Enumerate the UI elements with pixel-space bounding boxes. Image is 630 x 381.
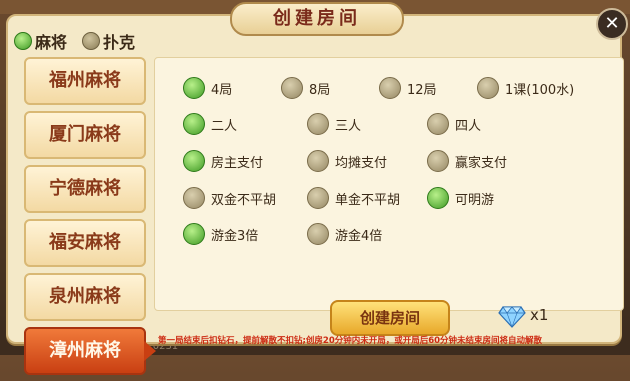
mode-poker-radio-icon: [82, 32, 100, 50]
radio-unselected-icon: [379, 77, 401, 99]
mode-poker-label: 扑克: [103, 33, 136, 52]
mode-mahjong-radio-icon: [14, 32, 32, 50]
radio-unselected-icon: [427, 150, 449, 172]
radio-unselected-icon: [427, 113, 449, 135]
diamond-icon: [498, 306, 526, 328]
radio-selected-icon: [183, 113, 205, 135]
radio-selected-icon: [183, 77, 205, 99]
option-multiplier-3[interactable]: 游金3倍: [183, 223, 258, 245]
tab-fuan[interactable]: 福安麻将: [24, 219, 146, 267]
mode-mahjong-label: 麻将: [35, 33, 68, 52]
option-rounds-8[interactable]: 8局: [281, 77, 330, 99]
create-room-panel: 麻将 扑克 福州麻将 厦门麻将 宁德麻将 福安麻将 泉州麻将 漳州麻将 4局 8…: [6, 14, 624, 375]
radio-unselected-icon: [307, 150, 329, 172]
radio-unselected-icon: [307, 187, 329, 209]
option-rounds-1-class[interactable]: 1课(100水): [477, 77, 574, 99]
notice-text: 第一局结束后扣钻石，提前解散不扣钻;创房20分钟内未开局，或开局后60分钟未结束…: [158, 336, 543, 346]
option-rule-single-gold[interactable]: 单金不平胡: [307, 187, 400, 209]
option-rounds-4[interactable]: 4局: [183, 77, 232, 99]
radio-unselected-icon: [281, 77, 303, 99]
radio-selected-icon: [427, 187, 449, 209]
option-payment-host[interactable]: 房主支付: [183, 150, 263, 172]
tab-xiamen[interactable]: 厦门麻将: [24, 111, 146, 159]
create-room-button[interactable]: 创建房间: [330, 300, 450, 336]
page-title: 创建房间: [230, 2, 404, 36]
option-rule-open-you[interactable]: 可明游: [427, 187, 494, 209]
option-players-4[interactable]: 四人: [427, 113, 481, 135]
radio-unselected-icon: [183, 187, 205, 209]
option-players-2[interactable]: 二人: [183, 113, 237, 135]
options-area: 4局 8局 12局 1课(100水) 二人 三人 四人 房主支付 均摊支付 赢家…: [154, 57, 624, 311]
option-multiplier-4[interactable]: 游金4倍: [307, 223, 382, 245]
tab-ningde[interactable]: 宁德麻将: [24, 165, 146, 213]
game-tabs: 福州麻将 厦门麻将 宁德麻将 福安麻将 泉州麻将 漳州麻将: [24, 57, 156, 381]
option-rounds-12[interactable]: 12局: [379, 77, 437, 99]
close-button[interactable]: ✕: [596, 8, 628, 40]
radio-unselected-icon: [307, 113, 329, 135]
tab-zhangzhou[interactable]: 漳州麻将: [24, 327, 156, 375]
radio-unselected-icon: [477, 77, 499, 99]
close-icon: ✕: [604, 13, 620, 34]
mode-mahjong[interactable]: 麻将: [14, 30, 67, 52]
tab-quanzhou[interactable]: 泉州麻将: [24, 273, 146, 321]
option-payment-split[interactable]: 均摊支付: [307, 150, 387, 172]
mode-poker[interactable]: 扑克: [82, 30, 135, 52]
diamond-cost: x1: [530, 306, 549, 324]
tab-fuzhou[interactable]: 福州麻将: [24, 57, 146, 105]
radio-selected-icon: [183, 223, 205, 245]
option-payment-winner[interactable]: 赢家支付: [427, 150, 507, 172]
option-rule-double-gold[interactable]: 双金不平胡: [183, 187, 276, 209]
option-players-3[interactable]: 三人: [307, 113, 361, 135]
radio-unselected-icon: [307, 223, 329, 245]
radio-selected-icon: [183, 150, 205, 172]
